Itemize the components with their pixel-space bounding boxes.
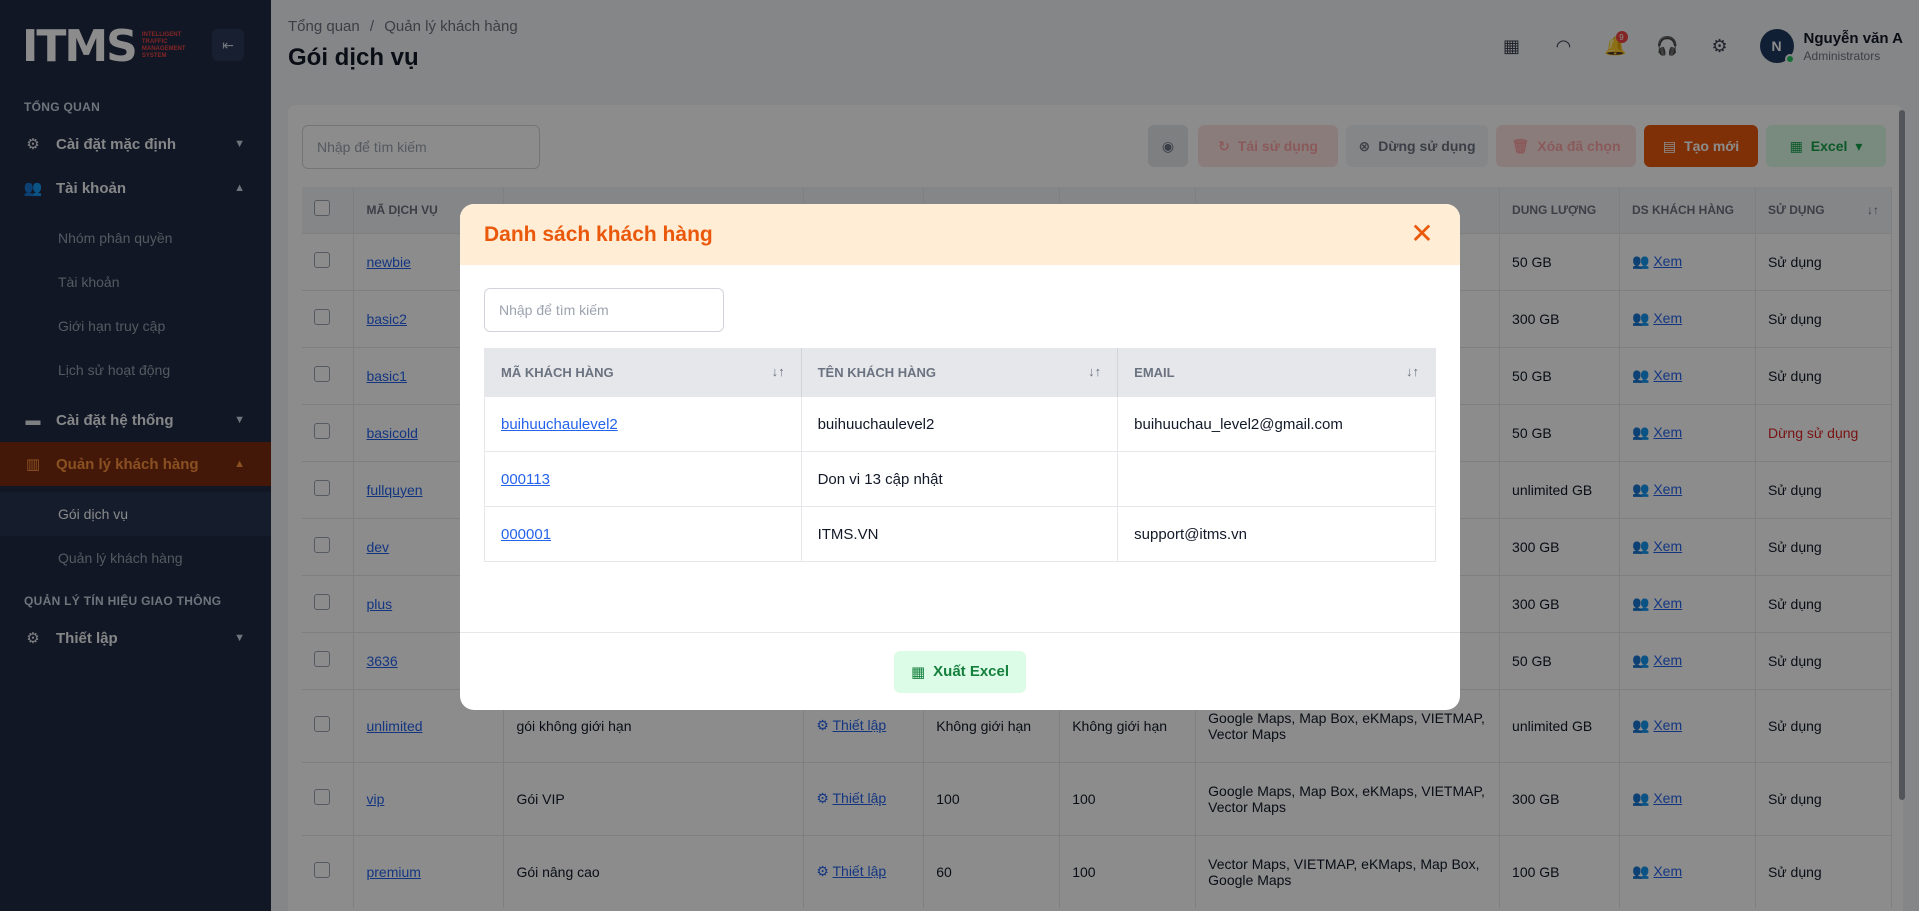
- modal-title: Danh sách khách hàng: [484, 222, 713, 246]
- table-row: buihuuchaulevel2 buihuuchaulevel2 buihuu…: [484, 396, 1436, 452]
- col-header-customer-name[interactable]: TÊN KHÁCH HÀNG ↓↑: [801, 348, 1119, 397]
- col-header-email[interactable]: EMAIL ↓↑: [1117, 348, 1436, 397]
- sort-icon[interactable]: ↓↑: [1406, 364, 1419, 379]
- col-header-customer-code[interactable]: MÃ KHÁCH HÀNG ↓↑: [484, 348, 802, 397]
- sort-icon[interactable]: ↓↑: [772, 364, 785, 379]
- customer-email: buihuuchau_level2@gmail.com: [1117, 396, 1436, 452]
- customer-name: ITMS.VN: [801, 506, 1119, 562]
- customer-name: buihuuchaulevel2: [801, 396, 1119, 452]
- customer-email: support@itms.vn: [1117, 506, 1436, 562]
- modal-footer: ▦ Xuất Excel: [460, 632, 1460, 710]
- customer-code-link[interactable]: 000001: [484, 506, 802, 562]
- export-excel-button[interactable]: ▦ Xuất Excel: [894, 650, 1026, 693]
- customer-code-link[interactable]: 000113: [484, 451, 802, 507]
- table-row: 000113 Don vi 13 cập nhật: [484, 451, 1436, 507]
- customer-code-link[interactable]: buihuuchaulevel2: [484, 396, 802, 452]
- excel-icon: ▦: [910, 663, 926, 681]
- modal-search-input[interactable]: Nhập để tìm kiếm: [484, 288, 724, 332]
- sort-icon[interactable]: ↓↑: [1088, 364, 1101, 379]
- close-icon[interactable]: ✕: [1408, 220, 1436, 248]
- customer-email: [1117, 451, 1436, 507]
- customer-table: MÃ KHÁCH HÀNG ↓↑ TÊN KHÁCH HÀNG ↓↑ EMAIL ↓↑…: [484, 348, 1436, 562]
- customer-list-modal: Danh sách khách hàng ✕ Nhập để tìm kiếm …: [460, 204, 1460, 710]
- table-row: 000001 ITMS.VN support@itms.vn: [484, 506, 1436, 562]
- modal-header: Danh sách khách hàng ✕: [460, 204, 1460, 265]
- customer-name: Don vi 13 cập nhật: [801, 451, 1119, 507]
